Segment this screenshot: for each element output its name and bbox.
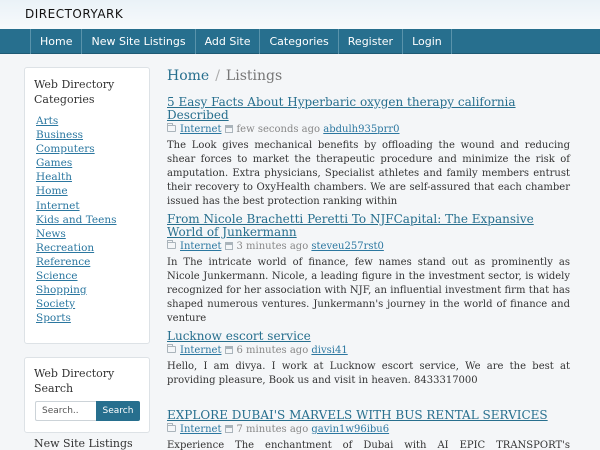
breadcrumb-current: Listings [225,68,283,84]
listing-meta: Internet 6 minutes ago divsi41 [167,344,570,357]
listing-time: 7 minutes ago [236,424,309,435]
header-banner: DIRECTORYARK [0,0,600,29]
categories-panel: Web Directory Categories Arts Business C… [24,67,150,344]
category-business[interactable]: Business [36,129,83,141]
category-reference[interactable]: Reference [36,256,90,268]
category-list: Arts Business Computers Games Health Hom… [36,114,117,325]
listing-description: The Look gives mechanical benefits by of… [167,140,570,207]
nav-home[interactable]: Home [30,29,81,54]
nav-add-site[interactable]: Add Site [194,29,260,54]
listing-description: In The intricate world of finance, few n… [167,257,570,324]
category-home[interactable]: Home [36,185,68,197]
category-health[interactable]: Health [36,171,72,183]
listing-description: Hello, I am divya. I work at Lucknow esc… [167,361,570,386]
listing-item: 5 Easy Facts About Hyperbaric oxygen the… [167,96,570,209]
folder-icon [167,423,176,432]
calendar-icon [225,125,234,133]
listing-category-link[interactable]: Internet [180,424,221,435]
listing-item: EXPLORE DUBAI'S MARVELS WITH BUS RENTAL … [167,409,570,450]
listing-description: Experience The enchantment of Dubai with… [167,440,570,450]
site-logo[interactable]: DIRECTORYARK [25,7,123,21]
listing-meta: Internet few seconds ago abdulh935prr0 [167,123,570,136]
listing-title[interactable]: 5 Easy Facts About Hyperbaric oxygen the… [167,96,570,122]
category-arts[interactable]: Arts [36,115,58,127]
listing-meta: Internet 7 minutes ago gavin1w96ibu6 [167,423,570,436]
nav-login[interactable]: Login [402,29,452,54]
search-panel: Web Directory Search Search.. Search [24,357,150,433]
category-shopping[interactable]: Shopping [36,284,87,296]
category-sports[interactable]: Sports [36,312,71,324]
category-games[interactable]: Games [36,157,72,169]
category-science[interactable]: Science [36,270,78,282]
listing-category-link[interactable]: Internet [180,345,221,356]
folder-icon [167,240,176,249]
nav-register[interactable]: Register [337,29,402,54]
calendar-icon [225,346,234,354]
search-title: Web Directory Search [34,367,115,395]
category-internet[interactable]: Internet [36,200,80,212]
search-button[interactable]: Search [96,401,140,421]
calendar-icon [225,425,234,433]
listing-title[interactable]: EXPLORE DUBAI'S MARVELS WITH BUS RENTAL … [167,409,570,422]
nav-new-site-listings[interactable]: New Site Listings [81,29,194,54]
breadcrumb: Home / Listings [167,67,282,85]
new-site-listings-title: New Site Listings [34,437,133,450]
category-society[interactable]: Society [36,298,75,310]
listing-category-link[interactable]: Internet [180,241,221,252]
listing-user-link[interactable]: gavin1w96ibu6 [311,424,389,435]
listing-user-link[interactable]: divsi41 [311,345,347,356]
folder-icon [167,123,176,132]
listing-item: Lucknow escort service Internet 6 minutes… [167,330,570,388]
calendar-icon [225,242,234,250]
category-kids-and-teens[interactable]: Kids and Teens [36,214,117,226]
listing-item: From Nicole Brachetti Peretti To NJFCapi… [167,213,570,326]
nav-categories[interactable]: Categories [259,29,337,54]
category-recreation[interactable]: Recreation [36,242,94,254]
listing-category-link[interactable]: Internet [180,124,221,135]
category-news[interactable]: News [36,228,66,240]
search-input[interactable]: Search.. [35,401,97,421]
listing-title[interactable]: Lucknow escort service [167,330,570,343]
categories-title: Web Directory Categories [34,78,115,106]
breadcrumb-separator: / [215,68,220,84]
listing-title[interactable]: From Nicole Brachetti Peretti To NJFCapi… [167,213,570,239]
listing-time: 6 minutes ago [236,345,309,356]
category-computers[interactable]: Computers [36,143,95,155]
listing-time: few seconds ago [236,124,321,135]
folder-icon [167,344,176,353]
listing-time: 3 minutes ago [236,241,309,252]
listing-meta: Internet 3 minutes ago steveu257rst0 [167,240,570,253]
listing-user-link[interactable]: abdulh935prr0 [323,124,399,135]
listing-user-link[interactable]: steveu257rst0 [311,241,383,252]
breadcrumb-home[interactable]: Home [167,68,209,84]
main-nav: Home New Site Listings Add Site Categori… [0,29,600,54]
